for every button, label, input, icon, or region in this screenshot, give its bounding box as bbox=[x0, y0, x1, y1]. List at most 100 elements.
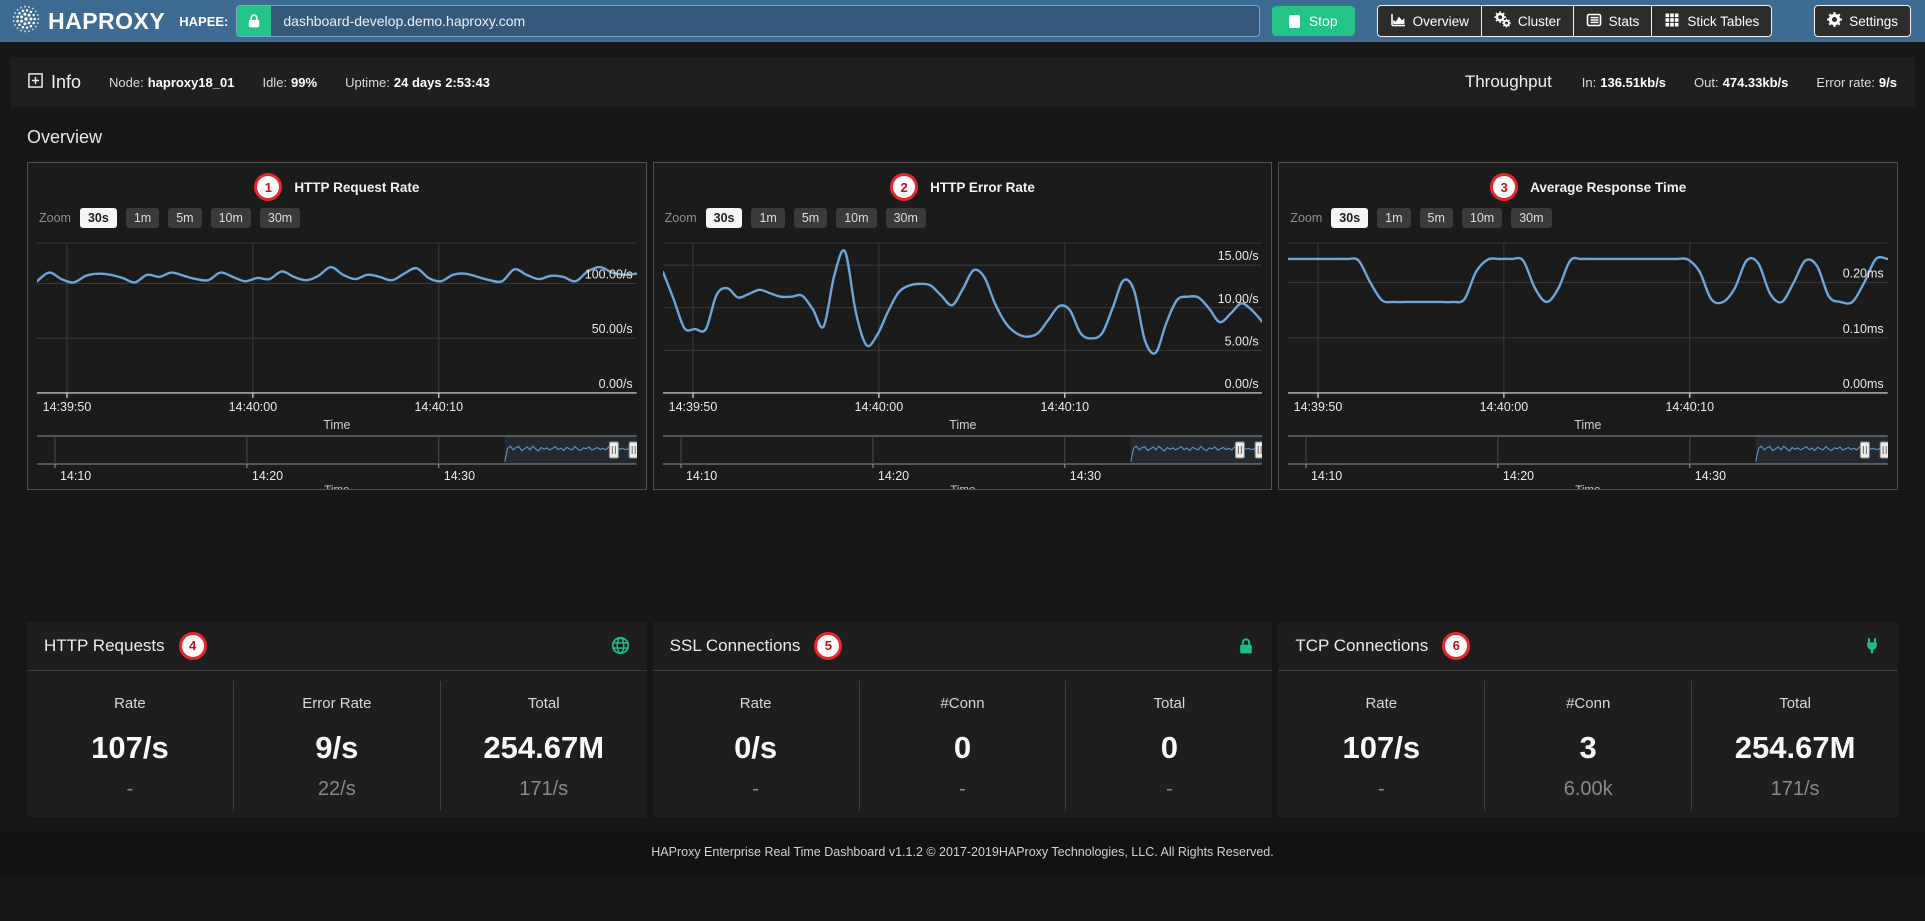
column-subvalue: - bbox=[860, 778, 1066, 801]
zoom-option-5m[interactable]: 5m bbox=[1420, 208, 1453, 228]
stop-label: Stop bbox=[1309, 13, 1338, 29]
stop-button[interactable]: Stop bbox=[1272, 6, 1355, 36]
y-axis-tick-label: 50.00/s bbox=[592, 322, 633, 336]
y-axis-tick-label: 5.00/s bbox=[1224, 334, 1258, 348]
zoom-option-10m[interactable]: 10m bbox=[1462, 208, 1502, 228]
card-header: HTTP Requests 4 bbox=[27, 622, 647, 671]
x-axis-tick-label: 14:40:00 bbox=[854, 400, 903, 414]
zoom-option-30s[interactable]: 30s bbox=[80, 208, 117, 228]
zoom-option-30s[interactable]: 30s bbox=[1331, 208, 1368, 228]
zoom-option-30s[interactable]: 30s bbox=[706, 208, 743, 228]
zoom-label: Zoom bbox=[1290, 211, 1322, 225]
nav-button-cluster[interactable]: Cluster bbox=[1481, 5, 1574, 37]
card-column: Rate 0/s - bbox=[653, 681, 859, 811]
series-line bbox=[1288, 257, 1888, 303]
main-chart-plot[interactable]: 0.00ms0.10ms0.20ms14:39:5014:40:0014:40:… bbox=[1288, 235, 1888, 433]
topbar: HAPROXY HAPEE: Stop OverviewClusterStats… bbox=[0, 0, 1925, 42]
x-axis-tick-label: 14:40:00 bbox=[1480, 400, 1529, 414]
zoom-control: Zoom 30s 1m 5m 10m 30m bbox=[1290, 205, 1888, 231]
url-box[interactable] bbox=[236, 5, 1259, 37]
zoom-option-1m[interactable]: 1m bbox=[126, 208, 159, 228]
nav-group: OverviewClusterStatsStick Tables bbox=[1377, 5, 1773, 37]
main-chart: 0.00/s5.00/s10.00/s15.00/s14:39:5014:40:… bbox=[663, 235, 1263, 433]
card-header: TCP Connections 6 bbox=[1278, 622, 1898, 671]
footer-text: HAProxy Enterprise Real Time Dashboard v… bbox=[651, 845, 1274, 859]
chart-header: 1 HTTP Request Rate bbox=[37, 171, 637, 203]
x-axis-title: Time bbox=[323, 418, 350, 432]
stat-field: In:136.51kb/s bbox=[1582, 75, 1666, 90]
y-axis-tick-label: 0.00/s bbox=[599, 377, 633, 391]
step-badge: 3 bbox=[1490, 173, 1518, 201]
main-chart: 0.00/s50.00/s100.00/s14:39:5014:40:0014:… bbox=[37, 235, 637, 433]
navigator[interactable]: 14:1014:2014:30Time bbox=[37, 433, 637, 489]
navigator-handle[interactable] bbox=[629, 442, 636, 458]
navigator-tick-label: 14:30 bbox=[1695, 469, 1726, 483]
settings-button[interactable]: Settings bbox=[1814, 5, 1911, 37]
chart-title: Average Response Time bbox=[1530, 180, 1686, 195]
settings-label: Settings bbox=[1849, 14, 1898, 29]
zoom-label: Zoom bbox=[39, 211, 71, 225]
navigator-handle[interactable] bbox=[1861, 442, 1870, 458]
column-subvalue: 171/s bbox=[441, 778, 647, 801]
column-label: Rate bbox=[27, 695, 233, 712]
column-value: 3 bbox=[1485, 730, 1691, 766]
column-label: Rate bbox=[653, 695, 859, 712]
url-input[interactable] bbox=[271, 7, 1258, 35]
y-axis-tick-label: 0.00ms bbox=[1843, 377, 1884, 391]
column-subvalue: - bbox=[1066, 778, 1272, 801]
navigator-tick-label: 14:20 bbox=[1503, 469, 1534, 483]
throughput-label: Throughput bbox=[1465, 72, 1552, 92]
card-ssl-connections: SSL Connections 5 Rate 0/s - #Conn 0 - T… bbox=[653, 622, 1273, 817]
series-line bbox=[37, 267, 637, 282]
zoom-option-1m[interactable]: 1m bbox=[751, 208, 784, 228]
column-value: 0/s bbox=[653, 730, 859, 766]
navigator-axis-title: Time bbox=[950, 484, 975, 489]
navigator[interactable]: 14:1014:2014:30Time bbox=[1288, 433, 1888, 489]
step-badge: 6 bbox=[1442, 632, 1470, 660]
y-axis-tick-label: 0.20ms bbox=[1843, 267, 1884, 281]
navigator[interactable]: 14:1014:2014:30Time bbox=[663, 433, 1263, 489]
main-chart-plot[interactable]: 0.00/s5.00/s10.00/s15.00/s14:39:5014:40:… bbox=[663, 235, 1263, 433]
zoom-option-30m[interactable]: 30m bbox=[1511, 208, 1551, 228]
column-label: Total bbox=[441, 695, 647, 712]
navigator-handle[interactable] bbox=[609, 442, 618, 458]
chart-header: 3 Average Response Time bbox=[1288, 171, 1888, 203]
page-title: Overview bbox=[27, 127, 1898, 148]
chart-panel-2: 2 HTTP Error Rate Zoom30s1m5m10m30m 0.00… bbox=[653, 162, 1273, 490]
navigator-tick-label: 14:30 bbox=[444, 469, 475, 483]
column-value: 107/s bbox=[1278, 730, 1484, 766]
zoom-option-30m[interactable]: 30m bbox=[886, 208, 926, 228]
globe-icon bbox=[611, 636, 630, 655]
cards-row: HTTP Requests 4 Rate 107/s - Error Rate … bbox=[27, 622, 1898, 817]
column-subvalue: 6.00k bbox=[1485, 778, 1691, 801]
nav-button-stick-tables[interactable]: Stick Tables bbox=[1651, 5, 1772, 37]
card-column: Total 0 - bbox=[1065, 681, 1272, 811]
navigator-handle[interactable] bbox=[1255, 442, 1262, 458]
card-column: #Conn 3 6.00k bbox=[1484, 681, 1691, 811]
zoom-option-30m[interactable]: 30m bbox=[260, 208, 300, 228]
column-value: 9/s bbox=[234, 730, 440, 766]
zoom-option-1m[interactable]: 1m bbox=[1377, 208, 1410, 228]
zoom-control: Zoom 30s 1m 5m 10m 30m bbox=[39, 205, 637, 231]
main-chart-plot[interactable]: 0.00/s50.00/s100.00/s14:39:5014:40:0014:… bbox=[37, 235, 637, 433]
navigator-handle[interactable] bbox=[1235, 442, 1244, 458]
nav-button-overview[interactable]: Overview bbox=[1377, 5, 1482, 37]
nav-button-stats[interactable]: Stats bbox=[1573, 5, 1653, 37]
y-axis-tick-label: 100.00/s bbox=[585, 267, 633, 281]
x-axis-tick-label: 14:40:00 bbox=[229, 400, 278, 414]
navigator-handle[interactable] bbox=[1881, 442, 1888, 458]
gear-icon bbox=[1827, 12, 1842, 30]
lock-icon bbox=[237, 6, 271, 36]
zoom-control: Zoom30s1m5m10m30m bbox=[665, 205, 1263, 231]
y-axis-tick-label: 0.10ms bbox=[1843, 322, 1884, 336]
chart-panel-3: 3 Average Response Time Zoom30s1m5m10m30… bbox=[1278, 162, 1898, 490]
zoom-option-10m[interactable]: 10m bbox=[836, 208, 876, 228]
lock-icon bbox=[1237, 637, 1255, 655]
info-toggle[interactable]: Info bbox=[28, 72, 81, 93]
expand-icon bbox=[28, 72, 43, 93]
zoom-option-10m[interactable]: 10m bbox=[211, 208, 251, 228]
zoom-option-5m[interactable]: 5m bbox=[168, 208, 201, 228]
navigator-chart: 14:1014:2014:30Time bbox=[37, 433, 637, 489]
zoom-option-5m[interactable]: 5m bbox=[794, 208, 827, 228]
stat-field: Idle:99% bbox=[262, 75, 317, 90]
